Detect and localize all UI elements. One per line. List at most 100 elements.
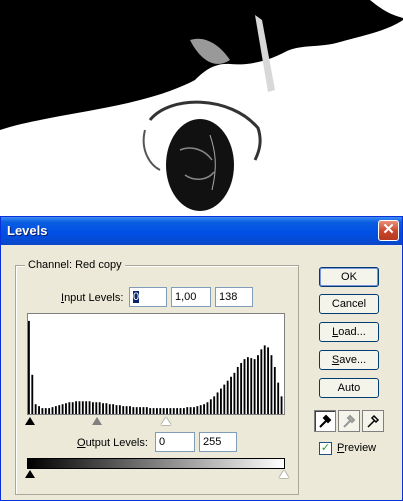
histogram-bar	[209, 399, 212, 414]
histogram-chart	[28, 320, 283, 414]
histogram-bar	[78, 401, 81, 414]
histogram-bar	[34, 404, 37, 414]
input-gamma-field[interactable]: 1,00	[171, 287, 211, 307]
close-button[interactable]: ✕	[378, 220, 399, 241]
preview-checkbox[interactable]: ✓	[319, 442, 332, 455]
black-eyedropper-icon	[319, 414, 332, 428]
histogram-bar	[145, 407, 148, 414]
histogram-bar	[267, 347, 270, 414]
histogram-bar	[142, 407, 145, 414]
histogram-bar	[169, 408, 172, 414]
histogram-bar	[233, 372, 236, 414]
histogram-bar	[179, 408, 182, 414]
histogram-bar	[203, 404, 206, 414]
check-icon: ✓	[320, 442, 331, 454]
save-button[interactable]: Save...	[319, 350, 379, 370]
input-white-field[interactable]: 138	[215, 287, 253, 307]
histogram-bar	[81, 401, 84, 414]
histogram-bar	[226, 380, 229, 414]
gray-eyedropper-button[interactable]	[338, 410, 360, 432]
levels-dialog: Levels ✕ Channel: Red copy Input Levels:…	[0, 216, 403, 501]
histogram-bar	[280, 396, 283, 414]
histogram-bar	[115, 405, 118, 414]
cancel-button[interactable]: Cancel	[319, 294, 379, 314]
histogram-bar	[68, 402, 71, 414]
histogram-bar	[51, 407, 54, 414]
ok-button[interactable]: OK	[319, 267, 379, 287]
histogram	[27, 313, 285, 415]
histogram-bar	[75, 401, 78, 414]
histogram-bar	[223, 384, 226, 414]
histogram-bar	[71, 402, 74, 414]
histogram-bar	[122, 406, 125, 414]
histogram-bar	[189, 407, 192, 414]
histogram-bar	[270, 355, 273, 414]
histogram-bar	[92, 402, 94, 414]
channel-group-label: Channel: Red copy	[25, 259, 125, 271]
histogram-bar	[125, 406, 128, 414]
histogram-bar	[199, 405, 202, 414]
histogram-bar	[156, 408, 158, 414]
histogram-bar	[196, 406, 199, 414]
histogram-bar	[149, 408, 152, 414]
title-bar[interactable]: Levels ✕	[1, 217, 402, 245]
histogram-bar	[213, 396, 216, 414]
histogram-bar	[95, 402, 98, 414]
channel-label: Channel:	[28, 259, 73, 271]
histogram-bar	[260, 349, 263, 414]
histogram-bar	[243, 359, 246, 414]
histogram-bar	[273, 366, 276, 414]
histogram-bar	[88, 401, 91, 414]
histogram-bar	[182, 408, 185, 414]
histogram-bar	[206, 402, 209, 414]
histogram-bar	[257, 355, 259, 414]
histogram-bar	[108, 404, 111, 414]
histogram-bar	[132, 407, 135, 414]
histogram-bar	[102, 403, 104, 414]
histogram-bar	[129, 406, 131, 414]
histogram-bar	[98, 402, 101, 414]
output-white-field[interactable]: 255	[199, 432, 237, 452]
white-eyedropper-icon	[367, 414, 380, 428]
black-eyedropper-button[interactable]	[314, 410, 336, 432]
histogram-bar	[253, 359, 256, 414]
output-black-field[interactable]: 0	[155, 432, 195, 452]
close-icon: ✕	[382, 221, 395, 238]
histogram-bar	[230, 376, 232, 414]
histogram-bar	[277, 382, 280, 414]
output-white-slider[interactable]	[279, 470, 289, 478]
histogram-bar	[48, 408, 51, 414]
input-gamma-slider[interactable]	[92, 417, 102, 425]
document-image	[0, 0, 403, 215]
load-button[interactable]: Load...	[319, 322, 379, 342]
histogram-bar	[105, 403, 108, 414]
input-black-slider[interactable]	[25, 417, 35, 425]
histogram-bar	[176, 408, 179, 414]
input-levels-label: Input Levels:	[61, 292, 124, 304]
input-black-field[interactable]: 0	[129, 287, 167, 307]
histogram-bar	[135, 407, 138, 414]
histogram-bar	[236, 366, 239, 414]
histogram-bar	[31, 374, 34, 414]
inverted-portrait-image	[0, 0, 403, 215]
histogram-bar	[38, 406, 40, 414]
output-black-slider[interactable]	[25, 470, 35, 478]
output-gradient-bar	[27, 458, 285, 469]
histogram-bar	[61, 404, 64, 414]
white-eyedropper-button[interactable]	[362, 410, 384, 432]
histogram-bar	[65, 403, 67, 414]
channel-value: Red copy	[75, 259, 122, 271]
preview-label: Preview	[337, 442, 377, 454]
histogram-bar	[246, 357, 249, 414]
auto-button[interactable]: Auto	[319, 378, 379, 398]
histogram-bar	[220, 388, 222, 414]
gray-eyedropper-icon	[343, 414, 356, 428]
output-levels-label: Output Levels:	[77, 437, 148, 449]
histogram-bar	[58, 405, 61, 414]
histogram-bar	[41, 408, 44, 414]
histogram-bar	[250, 358, 253, 414]
histogram-bar	[28, 320, 30, 414]
input-white-slider[interactable]	[161, 417, 171, 425]
histogram-bar	[162, 408, 165, 414]
histogram-bar	[159, 408, 162, 414]
